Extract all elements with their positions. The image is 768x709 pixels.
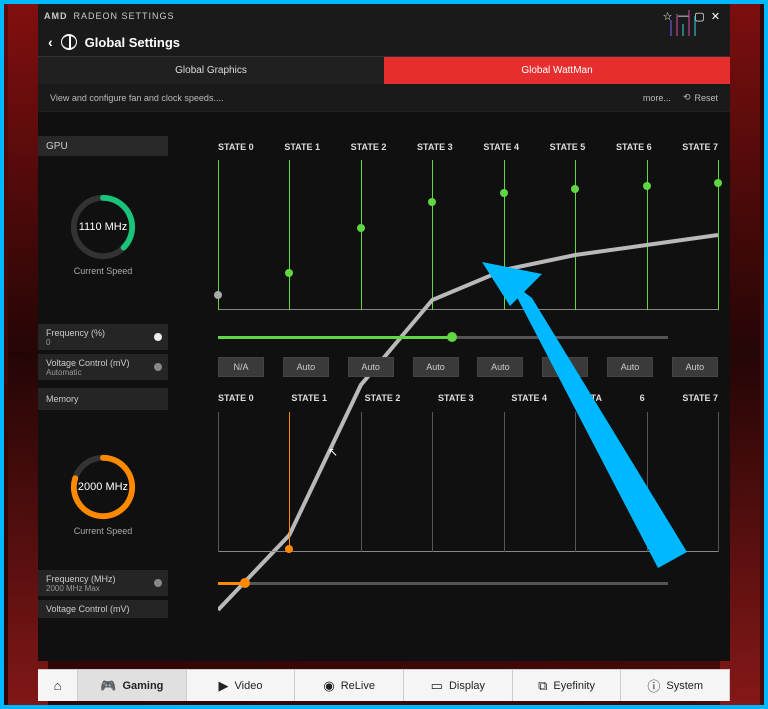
wattman-tabs: Global Graphics Global WattMan: [38, 56, 730, 84]
voltage-state-5[interactable]: [542, 357, 588, 377]
info-bar: View and configure fan and clock speeds.…: [38, 84, 730, 112]
voltage-state-2[interactable]: Auto: [348, 357, 394, 377]
tab-global-wattman[interactable]: Global WattMan: [384, 56, 730, 84]
gpu-voltage-row[interactable]: Voltage Control (mV) Automatic: [38, 354, 168, 380]
memory-state-headers: STATE 0STATE 1 STATE 2STATE 3 STATE 4STA…: [218, 393, 718, 403]
toggle-dot[interactable]: [154, 333, 162, 341]
hint-text: View and configure fan and clock speeds.…: [50, 93, 223, 103]
memory-clock-graph[interactable]: [218, 412, 718, 552]
toggle-dot[interactable]: [154, 579, 162, 587]
nav-display[interactable]: ▭ Display: [404, 670, 513, 701]
voltage-state-0[interactable]: N/A: [218, 357, 264, 377]
voltage-state-1[interactable]: Auto: [283, 357, 329, 377]
info-icon: ⓘ: [647, 676, 660, 695]
titlebar: AMD RADEON SETTINGS ☆ — ▢ ✕: [38, 4, 730, 28]
toggle-dot[interactable]: [154, 363, 162, 371]
home-icon: ⌂: [54, 678, 62, 693]
gpu-clock-value: 1110 MHz: [68, 192, 138, 262]
nav-home[interactable]: ⌂: [38, 670, 78, 701]
gpu-voltage-buttons: N/A Auto Auto Auto Auto Auto Auto: [218, 357, 718, 377]
reset-label: Reset: [694, 93, 718, 103]
gpu-state-headers: STATE 0STATE 1 STATE 2STATE 3 STATE 4STA…: [218, 142, 718, 152]
nav-eyefinity[interactable]: ⧉ Eyefinity: [513, 670, 622, 701]
gpu-section-label: GPU: [38, 136, 168, 156]
globe-icon: [61, 34, 77, 50]
gpu-clock-graph[interactable]: [218, 160, 718, 310]
page-header: ‹ Global Settings: [38, 28, 730, 56]
memory-section-label: Memory: [38, 388, 168, 410]
more-link[interactable]: more...: [643, 93, 671, 103]
histogram-icon: [666, 8, 710, 36]
close-button[interactable]: ✕: [708, 10, 724, 23]
record-icon: ◉: [323, 678, 334, 694]
memory-gauge: 2000 MHz Current Speed: [56, 452, 150, 536]
voltage-state-4[interactable]: Auto: [477, 357, 523, 377]
play-icon: ▶: [219, 678, 229, 694]
voltage-state-3[interactable]: Auto: [413, 357, 459, 377]
voltage-state-6[interactable]: Auto: [607, 357, 653, 377]
app-window: AMD RADEON SETTINGS ☆ — ▢ ✕ ‹ Global Set…: [38, 4, 730, 661]
eyefinity-icon: ⧉: [538, 678, 547, 694]
memory-clock-value: 2000 MHz: [68, 452, 138, 522]
main-panel: GPU STATE 0STATE 1 STATE 2STATE 3 STATE …: [38, 112, 730, 661]
bottom-nav: ⌂ 🎮 Gaming ▶ Video ◉ ReLive ▭ Display ⧉ …: [38, 669, 730, 701]
gpu-frequency-slider[interactable]: [168, 326, 718, 348]
page-title: Global Settings: [85, 35, 180, 50]
back-button[interactable]: ‹: [48, 34, 53, 50]
display-icon: ▭: [431, 678, 443, 694]
brand-logo: AMD: [44, 11, 68, 21]
gpu-gauge-caption: Current Speed: [56, 266, 150, 276]
nav-video[interactable]: ▶ Video: [187, 670, 296, 701]
nav-system[interactable]: ⓘ System: [621, 670, 730, 701]
reset-icon: ⟲: [683, 92, 691, 103]
voltage-state-7[interactable]: Auto: [672, 357, 718, 377]
nav-gaming[interactable]: 🎮 Gaming: [78, 670, 187, 701]
memory-frequency-slider[interactable]: [168, 572, 718, 594]
reset-button[interactable]: ⟲ Reset: [683, 92, 718, 103]
memory-voltage-row[interactable]: Voltage Control (mV): [38, 600, 168, 618]
gpu-gauge: 1110 MHz Current Speed: [56, 192, 150, 276]
product-name: RADEON SETTINGS: [74, 11, 175, 21]
gpu-frequency-pct-row[interactable]: Frequency (%) 0: [38, 324, 168, 350]
cursor-icon: ↖: [328, 445, 338, 459]
memory-gauge-caption: Current Speed: [56, 526, 150, 536]
tab-global-graphics[interactable]: Global Graphics: [38, 56, 384, 84]
memory-frequency-row[interactable]: Frequency (MHz) 2000 MHz Max: [38, 570, 168, 596]
nav-relive[interactable]: ◉ ReLive: [295, 670, 404, 701]
gamepad-icon: 🎮: [100, 678, 116, 694]
